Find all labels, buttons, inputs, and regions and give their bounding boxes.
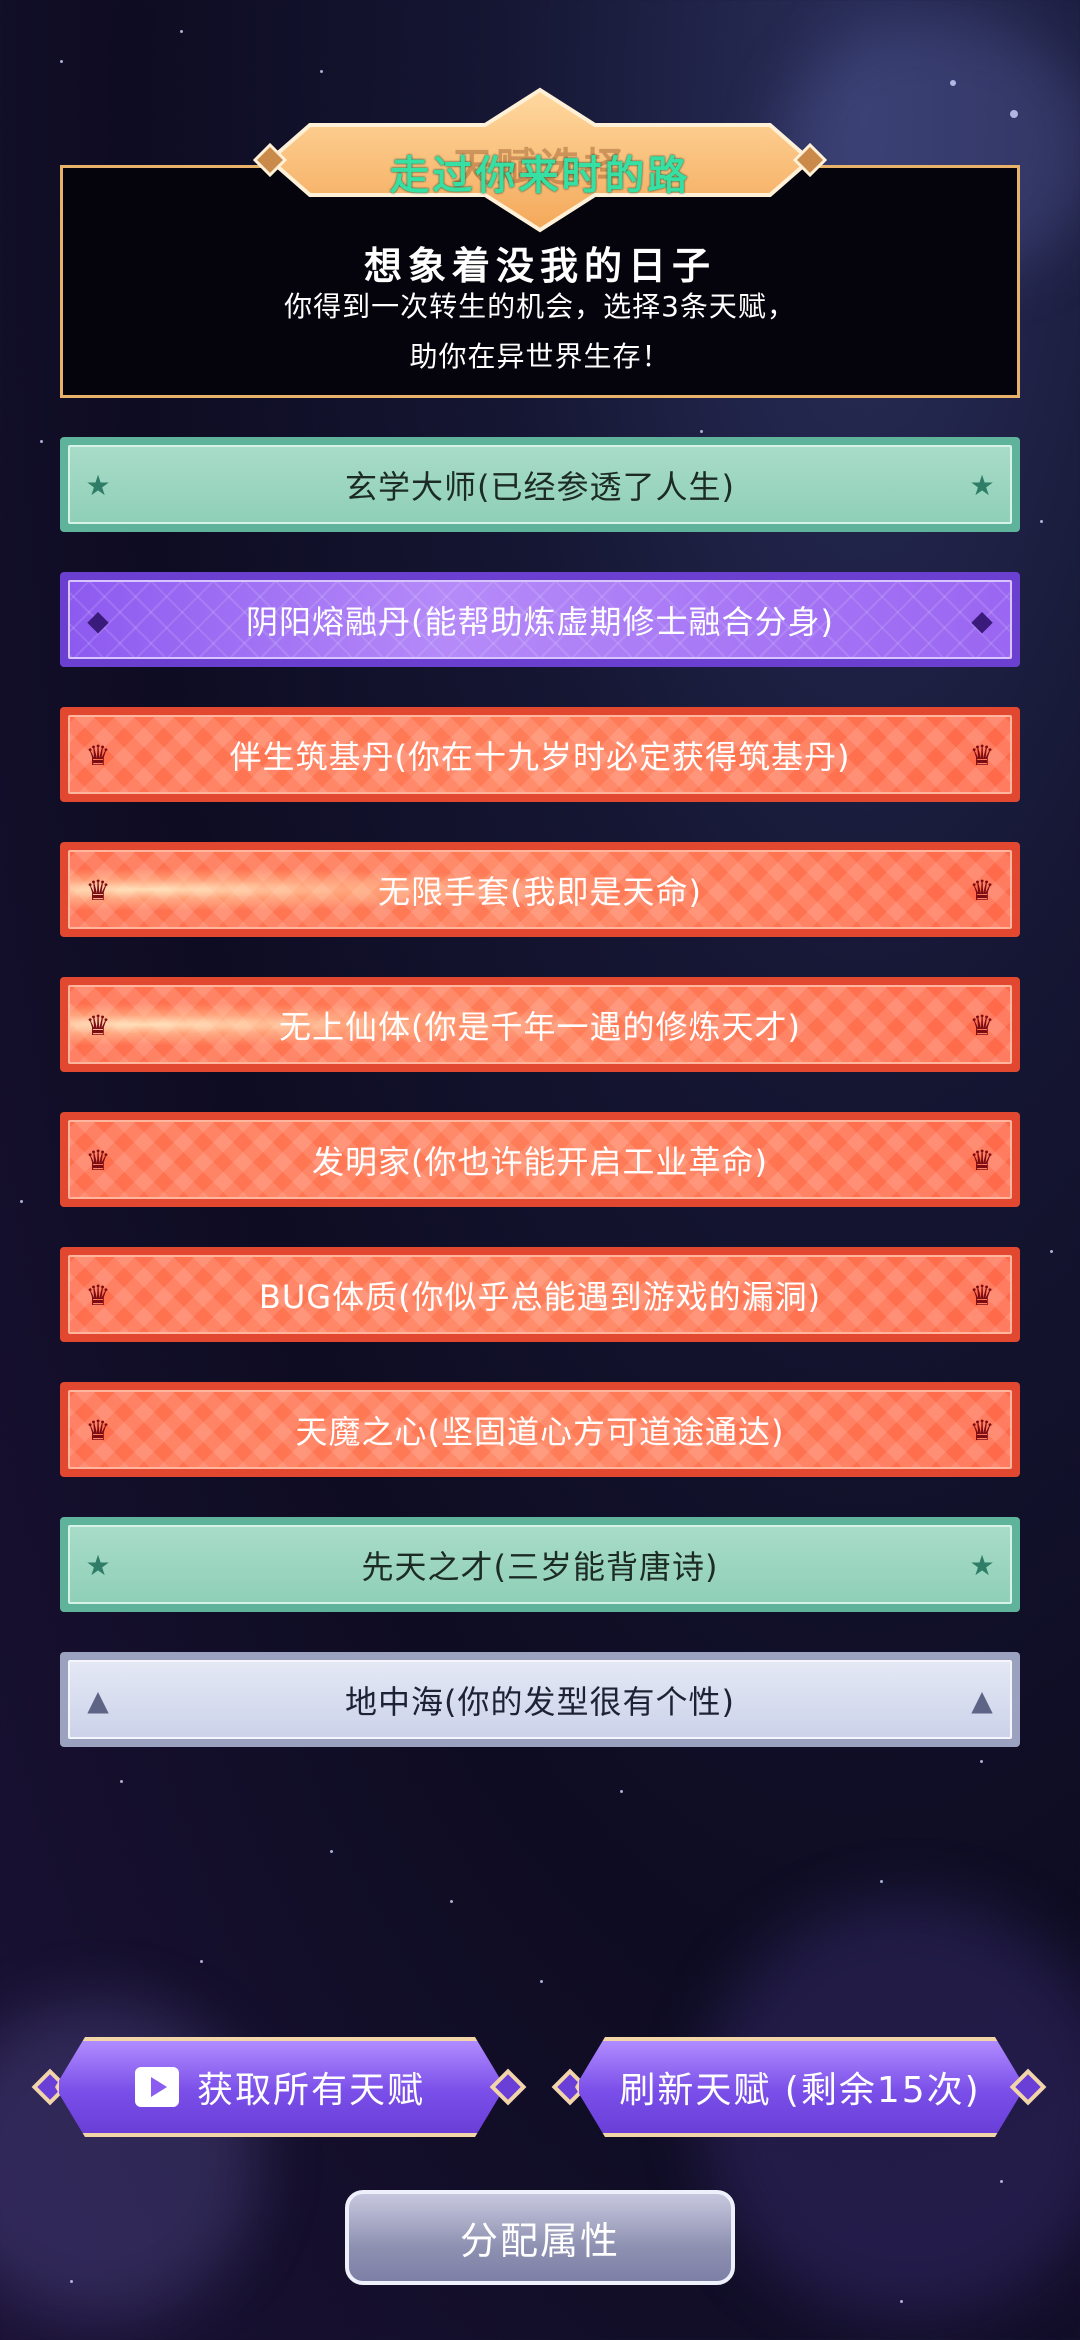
talent-label: 伴生筑基丹(你在十九岁时必定获得筑基丹) — [229, 737, 851, 776]
refresh-talents-button[interactable]: 刷新天赋 (剩余15次) — [575, 2037, 1025, 2137]
talent-label: BUG体质(你似乎总能遇到游戏的漏洞) — [258, 1277, 822, 1316]
talent-option-4[interactable]: ♛ ♛ 无限手套(我即是天命) — [60, 842, 1020, 937]
video-play-icon — [135, 2067, 179, 2107]
talent-label: 地中海(你的发型很有个性) — [345, 1682, 735, 1721]
allocate-attributes-label: 分配属性 — [459, 2219, 620, 2263]
description-line-1: 你得到一次转生的机会，选择3条天赋， — [284, 290, 796, 323]
talent-label: 发明家(你也许能开启工业革命) — [312, 1142, 768, 1181]
get-all-talents-label: 获取所有天赋 — [196, 2070, 425, 2111]
talent-option-2[interactable]: ◆ ◆ 阴阳熔融丹(能帮助炼虚期修士融合分身) — [60, 572, 1020, 667]
talent-option-8[interactable]: ♛ ♛ 天魔之心(坚固道心方可道途通达) — [60, 1382, 1020, 1477]
talent-option-3[interactable]: ♛ ♛ 伴生筑基丹(你在十九岁时必定获得筑基丹) — [60, 707, 1020, 802]
talent-label: 无上仙体(你是千年一遇的修炼天才) — [279, 1007, 801, 1046]
talent-option-9[interactable]: ★ ★ 先天之才(三岁能背唐诗) — [60, 1517, 1020, 1612]
get-all-talents-button[interactable]: 获取所有天赋 — [55, 2037, 505, 2137]
talent-option-1[interactable]: ★ ★ 玄学大师(已经参透了人生) — [60, 437, 1020, 532]
subtitle: 想象着没我的日子 — [363, 244, 716, 288]
talent-label: 阴阳熔融丹(能帮助炼虚期修士融合分身) — [246, 602, 834, 641]
talent-option-6[interactable]: ♛ ♛ 发明家(你也许能开启工业革命) — [60, 1112, 1020, 1207]
talent-label: 无限手套(我即是天命) — [378, 872, 702, 911]
description-line-2: 助你在异世界生存！ — [409, 340, 671, 373]
talent-label: 玄学大师(已经参透了人生) — [345, 467, 735, 506]
talent-option-5[interactable]: ♛ ♛ 无上仙体(你是千年一遇的修炼天才) — [60, 977, 1020, 1072]
talent-label: 先天之才(三岁能背唐诗) — [361, 1547, 719, 1586]
title-banner: 天赋选择 走过你来时的路 — [225, 85, 855, 235]
talent-label: 天魔之心(坚固道心方可道途通达) — [295, 1412, 785, 1451]
refresh-talents-label: 刷新天赋 (剩余15次) — [619, 2070, 981, 2111]
talent-option-10[interactable]: ▲ ▲ 地中海(你的发型很有个性) — [60, 1652, 1020, 1747]
banner-title: 走过你来时的路 — [389, 153, 691, 199]
allocate-attributes-button[interactable]: 分配属性 — [345, 2190, 735, 2285]
talent-option-7[interactable]: ♛ ♛ BUG体质(你似乎总能遇到游戏的漏洞) — [60, 1247, 1020, 1342]
